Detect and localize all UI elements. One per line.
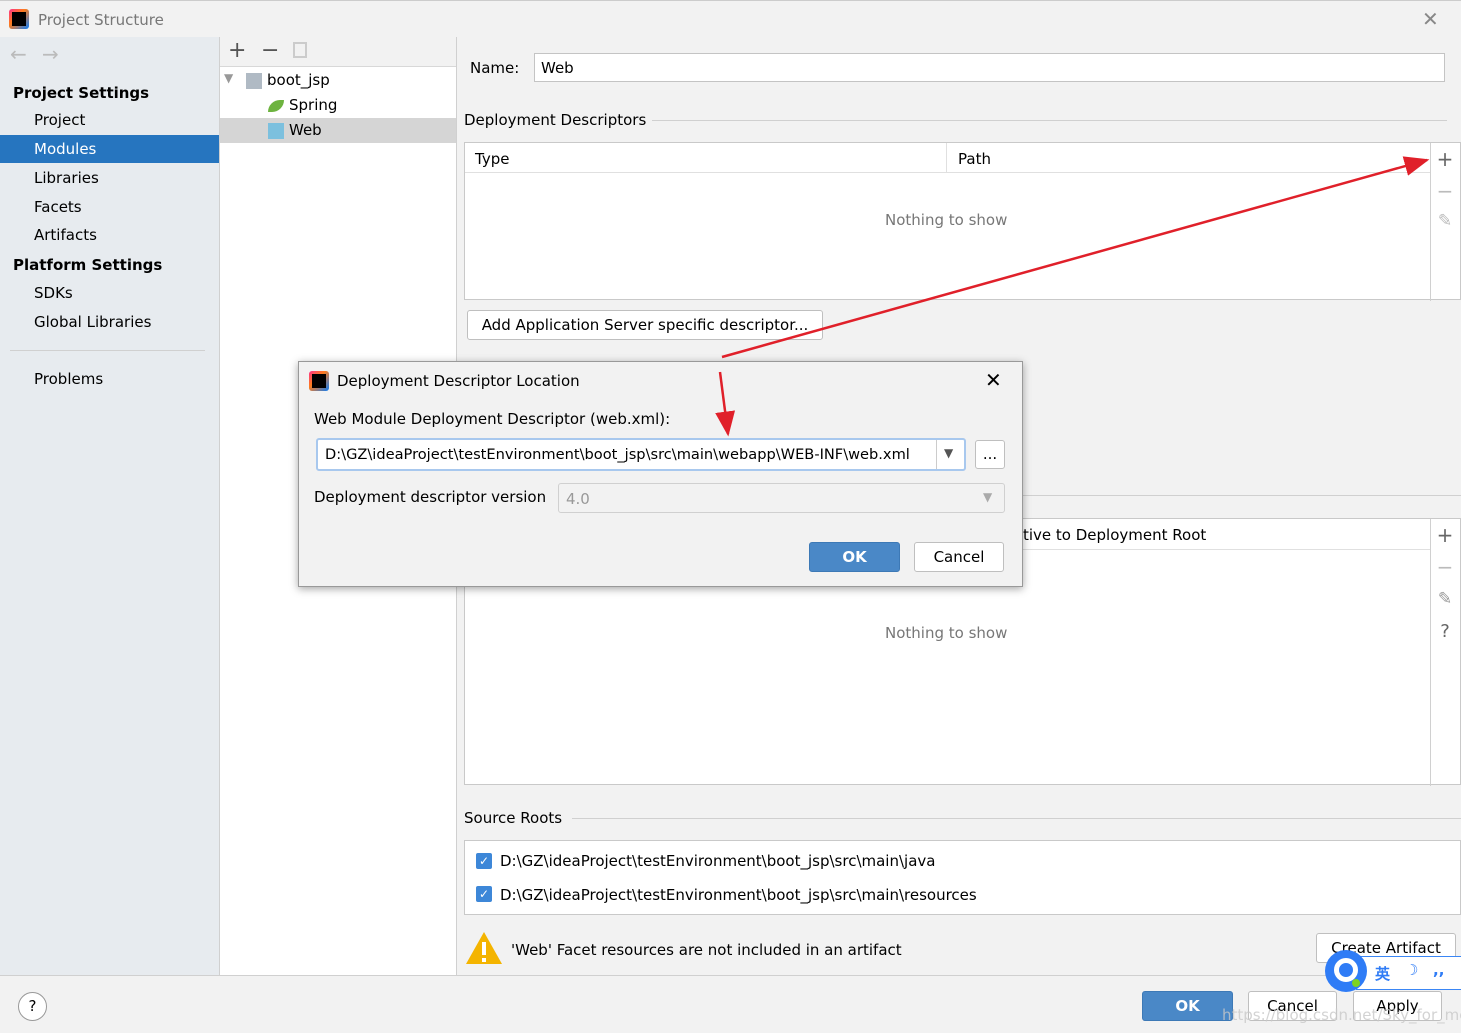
sidebar-item-facets[interactable]: Facets bbox=[0, 193, 219, 221]
column-header-relative-path[interactable]: tive to Deployment Root bbox=[1023, 526, 1206, 544]
divider bbox=[1022, 495, 1461, 496]
source-root-path: D:\GZ\ideaProject\testEnvironment\boot_j… bbox=[500, 886, 977, 904]
ime-toolbar[interactable]: 英 ☽ ,, bbox=[1356, 956, 1461, 990]
selected-row-highlight bbox=[220, 118, 456, 143]
sidebar-item-artifacts[interactable]: Artifacts bbox=[0, 221, 219, 249]
project-settings-heading: Project Settings bbox=[13, 84, 150, 102]
source-roots-heading: Source Roots bbox=[464, 809, 563, 827]
footer-bar: ? OK Cancel Apply https://blog.csdn.net/… bbox=[0, 975, 1461, 1033]
sidebar-item-problems[interactable]: Problems bbox=[0, 365, 219, 393]
remove-icon[interactable]: − bbox=[261, 38, 279, 63]
version-label: Deployment descriptor version bbox=[314, 488, 547, 506]
divider bbox=[652, 120, 1447, 121]
add-icon[interactable]: + bbox=[228, 38, 246, 63]
sidebar-item-global-libraries[interactable]: Global Libraries bbox=[0, 308, 219, 336]
descriptor-field-label: Web Module Deployment Descriptor (web.xm… bbox=[314, 410, 671, 428]
version-select[interactable]: 4.0 ▼ bbox=[558, 483, 1005, 513]
empty-state-text: Nothing to show bbox=[885, 211, 1008, 229]
warning-icon bbox=[466, 932, 502, 964]
name-input[interactable] bbox=[534, 53, 1445, 82]
window-title: Project Structure bbox=[38, 11, 164, 29]
warning-text: 'Web' Facet resources are not included i… bbox=[511, 941, 902, 959]
tree-item-boot-jsp[interactable]: boot_jsp bbox=[246, 68, 330, 93]
add-icon[interactable]: + bbox=[1435, 147, 1455, 171]
back-arrow-icon[interactable]: ← bbox=[10, 42, 27, 66]
dialog-ok-button[interactable]: OK bbox=[809, 542, 900, 572]
deployment-descriptors-heading: Deployment Descriptors bbox=[464, 111, 647, 129]
remove-icon[interactable]: − bbox=[1435, 179, 1455, 203]
title-bar: Project Structure ✕ bbox=[0, 0, 1461, 37]
sidebar: ← → Project Settings Project Modules Lib… bbox=[0, 37, 220, 975]
source-root-checkbox[interactable]: ✓ bbox=[476, 853, 492, 869]
dialog-close-icon[interactable]: ✕ bbox=[985, 368, 1002, 392]
dropdown-arrow-icon[interactable]: ▼ bbox=[944, 446, 953, 460]
sidebar-item-project[interactable]: Project bbox=[0, 106, 219, 134]
close-icon[interactable]: ✕ bbox=[1422, 7, 1439, 31]
copy-icon[interactable] bbox=[293, 42, 307, 58]
help-question-icon[interactable]: ? bbox=[1435, 621, 1455, 642]
tree-item-web[interactable]: Web bbox=[268, 118, 322, 143]
source-roots-list: ✓ D:\GZ\ideaProject\testEnvironment\boot… bbox=[464, 840, 1461, 915]
tree-toolbar: + − bbox=[220, 37, 456, 67]
empty-state-text: Nothing to show bbox=[885, 624, 1008, 642]
help-button[interactable]: ? bbox=[18, 992, 47, 1021]
column-header-type[interactable]: Type bbox=[475, 150, 509, 168]
tree-item-spring[interactable]: Spring bbox=[268, 93, 337, 118]
forward-arrow-icon[interactable]: → bbox=[42, 42, 59, 66]
name-label: Name: bbox=[470, 59, 520, 77]
descriptor-path-value[interactable]: D:\GZ\ideaProject\testEnvironment\boot_j… bbox=[325, 446, 910, 463]
add-icon[interactable]: + bbox=[1435, 523, 1455, 547]
watermark: https://blog.csdn.net/Sky_for_me bbox=[1222, 1006, 1461, 1024]
divider bbox=[572, 818, 1461, 819]
web-facet-icon bbox=[268, 122, 284, 139]
sidebar-item-libraries[interactable]: Libraries bbox=[0, 164, 219, 192]
divider bbox=[10, 350, 205, 351]
deployment-descriptor-dialog: Deployment Descriptor Location ✕ Web Mod… bbox=[298, 361, 1023, 587]
sidebar-item-modules[interactable]: Modules bbox=[0, 135, 219, 163]
punctuation-icon[interactable]: ,, bbox=[1433, 961, 1444, 979]
descriptors-table: Type Path Nothing to show + − ✎ bbox=[464, 142, 1461, 301]
edit-pencil-icon[interactable]: ✎ bbox=[1435, 589, 1455, 609]
sidebar-item-sdks[interactable]: SDKs bbox=[0, 279, 219, 307]
module-folder-icon bbox=[246, 72, 262, 89]
dropdown-arrow-icon: ▼ bbox=[983, 490, 993, 504]
edit-pencil-icon[interactable]: ✎ bbox=[1435, 211, 1455, 231]
platform-settings-heading: Platform Settings bbox=[13, 256, 163, 274]
spring-leaf-icon bbox=[268, 99, 284, 112]
dialog-title: Deployment Descriptor Location bbox=[337, 372, 580, 390]
source-root-checkbox[interactable]: ✓ bbox=[476, 886, 492, 902]
intellij-logo-icon bbox=[309, 371, 329, 391]
descriptor-path-combobox[interactable]: D:\GZ\ideaProject\testEnvironment\boot_j… bbox=[316, 438, 966, 471]
moon-icon[interactable]: ☽ bbox=[1405, 961, 1418, 979]
version-value: 4.0 bbox=[566, 490, 590, 508]
remove-icon[interactable]: − bbox=[1435, 555, 1455, 579]
ime-logo-icon[interactable] bbox=[1325, 950, 1367, 992]
source-root-path: D:\GZ\ideaProject\testEnvironment\boot_j… bbox=[500, 852, 936, 870]
browse-button[interactable]: ... bbox=[975, 440, 1005, 469]
intellij-logo-icon bbox=[9, 9, 29, 29]
dialog-cancel-button[interactable]: Cancel bbox=[914, 542, 1004, 572]
ok-button[interactable]: OK bbox=[1142, 991, 1233, 1021]
ime-language-label[interactable]: 英 bbox=[1375, 963, 1390, 984]
column-header-path[interactable]: Path bbox=[958, 150, 991, 168]
add-server-descriptor-button[interactable]: Add Application Server specific descript… bbox=[467, 310, 823, 340]
expand-arrow-icon[interactable]: ▼ bbox=[224, 71, 233, 85]
